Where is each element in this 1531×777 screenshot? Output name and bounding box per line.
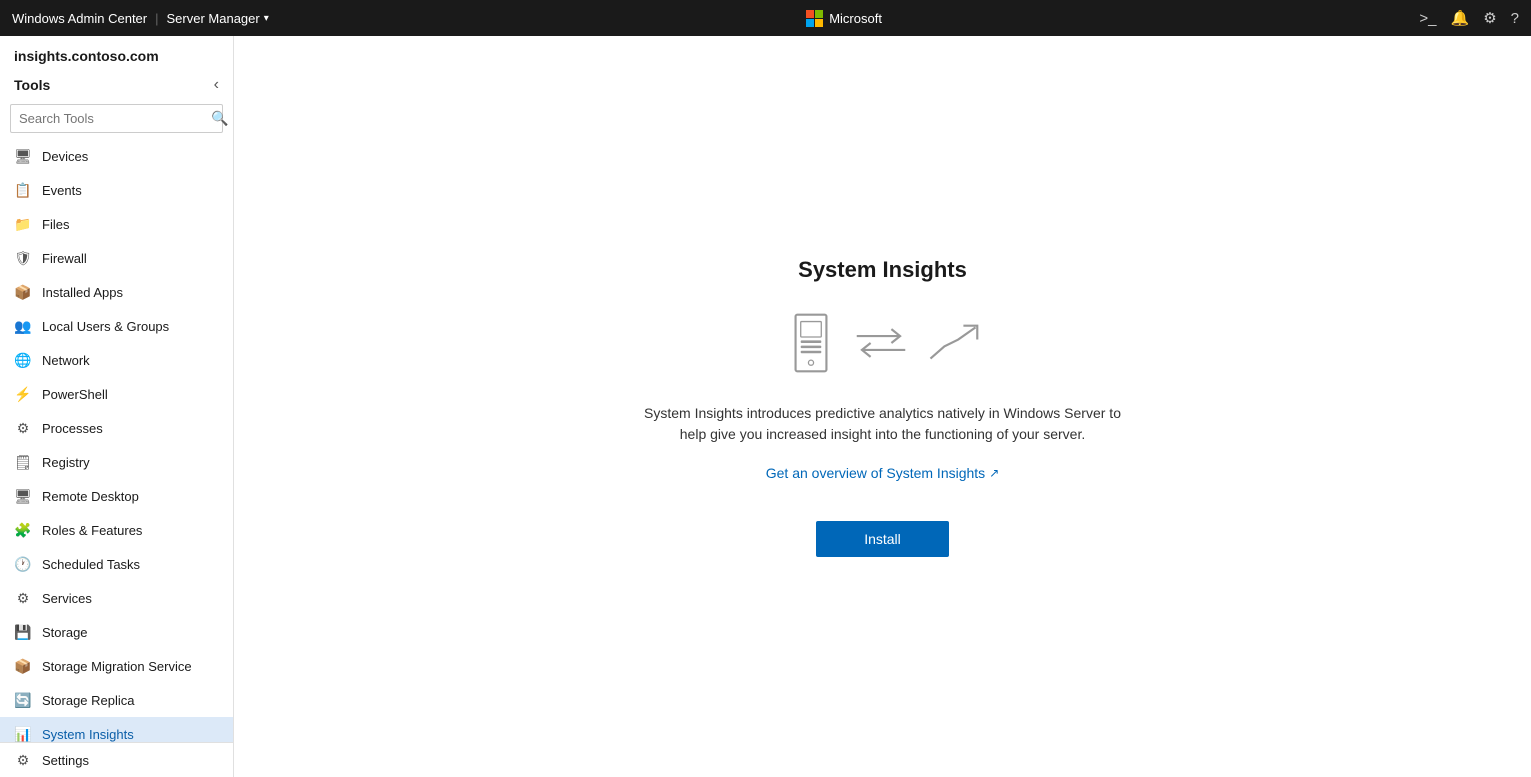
sidebar-item-storage-replica[interactable]: 🔄 Storage Replica: [0, 683, 233, 717]
content-area: System Insights: [234, 36, 1531, 777]
devices-icon: 🖥: [14, 147, 32, 165]
sidebar-item-storage[interactable]: 💾 Storage: [0, 615, 233, 649]
roles-features-icon: 🧩: [14, 521, 32, 539]
sidebar-item-installed-apps[interactable]: 📦 Installed Apps: [0, 275, 233, 309]
installed-apps-icon: 📦: [14, 283, 32, 301]
sidebar-nav-list: 🖥 Devices 📋 Events 📁 Files 🛡 Firewall 📦 Installed…: [0, 139, 233, 742]
powershell-icon: ⚡: [14, 385, 32, 403]
remote-desktop-label: Remote Desktop: [42, 489, 139, 504]
sidebar-item-events[interactable]: 📋 Events: [0, 173, 233, 207]
scheduled-tasks-label: Scheduled Tasks: [42, 557, 140, 572]
firewall-label: Firewall: [42, 251, 87, 266]
processes-icon: ⚙: [14, 419, 32, 437]
storage-migration-icon: 📦: [14, 657, 32, 675]
app-title: Windows Admin Center: [12, 11, 147, 26]
sidebar-item-processes[interactable]: ⚙ Processes: [0, 411, 233, 445]
server-icon: [787, 313, 835, 373]
storage-label: Storage: [42, 625, 88, 640]
server-manager-button[interactable]: Server Manager ▾: [167, 11, 269, 26]
tools-label: Tools: [14, 77, 50, 93]
help-icon-button[interactable]: ?: [1511, 10, 1519, 27]
page-title: System Insights: [798, 257, 967, 283]
sidebar-item-network[interactable]: 🌐 Network: [0, 343, 233, 377]
settings-label: Settings: [42, 753, 89, 768]
topbar-right: >_ 🔔 ⚙ ?: [1419, 9, 1519, 27]
sidebar-item-roles-features[interactable]: 🧩 Roles & Features: [0, 513, 233, 547]
sidebar-item-services[interactable]: ⚙ Services: [0, 581, 233, 615]
files-label: Files: [42, 217, 69, 232]
trend-icon: [927, 321, 979, 365]
network-icon: 🌐: [14, 351, 32, 369]
storage-icon: 💾: [14, 623, 32, 641]
ms-square-green: [815, 10, 823, 18]
sidebar-item-registry[interactable]: 🗒 Registry: [0, 445, 233, 479]
content-center: System Insights: [633, 257, 1133, 557]
transfer-arrows-icon: [855, 323, 907, 363]
system-insights-label: System Insights: [42, 727, 134, 742]
sidebar-header: insights.contoso.com: [0, 36, 233, 70]
local-users-groups-label: Local Users & Groups: [42, 319, 169, 334]
sidebar-item-storage-migration[interactable]: 📦 Storage Migration Service: [0, 649, 233, 683]
local-users-groups-icon: 👥: [14, 317, 32, 335]
files-icon: 📁: [14, 215, 32, 233]
firewall-icon: 🛡: [14, 249, 32, 267]
install-button[interactable]: Install: [816, 521, 949, 557]
sidebar-item-devices[interactable]: 🖥 Devices: [0, 139, 233, 173]
server-name: insights.contoso.com: [14, 48, 159, 64]
search-box: 🔍: [10, 104, 223, 133]
events-label: Events: [42, 183, 82, 198]
topbar-left: Windows Admin Center | Server Manager ▾: [12, 11, 269, 26]
roles-features-label: Roles & Features: [42, 523, 142, 538]
icon-group: [787, 313, 979, 373]
remote-desktop-icon: 🖥: [14, 487, 32, 505]
storage-replica-icon: 🔄: [14, 691, 32, 709]
sidebar-bottom: ⚙ Settings: [0, 742, 233, 777]
overview-link[interactable]: Get an overview of System Insights ↗: [766, 465, 1000, 481]
sidebar: insights.contoso.com Tools ‹ 🔍 🖥 Devices 📋…: [0, 36, 234, 777]
sidebar-item-powershell[interactable]: ⚡ PowerShell: [0, 377, 233, 411]
main-layout: insights.contoso.com Tools ‹ 🔍 🖥 Devices 📋…: [0, 36, 1531, 777]
powershell-label: PowerShell: [42, 387, 108, 402]
services-icon: ⚙: [14, 589, 32, 607]
scheduled-tasks-icon: 🕐: [14, 555, 32, 573]
microsoft-text: Microsoft: [829, 11, 882, 26]
notifications-icon-button[interactable]: 🔔: [1451, 9, 1470, 27]
settings-nav-icon: ⚙: [14, 751, 32, 769]
collapse-sidebar-button[interactable]: ‹: [214, 76, 219, 94]
events-icon: 📋: [14, 181, 32, 199]
network-label: Network: [42, 353, 90, 368]
ms-logo-squares: [806, 10, 823, 27]
terminal-icon-button[interactable]: >_: [1419, 10, 1436, 27]
content-description: System Insights introduces predictive an…: [633, 403, 1133, 445]
sidebar-item-system-insights[interactable]: 📊 System Insights: [0, 717, 233, 742]
sidebar-item-remote-desktop[interactable]: 🖥 Remote Desktop: [0, 479, 233, 513]
sidebar-item-settings[interactable]: ⚙ Settings: [0, 743, 233, 777]
ms-square-yellow: [815, 19, 823, 27]
storage-replica-label: Storage Replica: [42, 693, 135, 708]
services-label: Services: [42, 591, 92, 606]
topbar-center: Microsoft: [269, 10, 1420, 27]
devices-label: Devices: [42, 149, 88, 164]
microsoft-logo: Microsoft: [806, 10, 882, 27]
sidebar-tools-header: Tools ‹: [0, 70, 233, 100]
link-text: Get an overview of System Insights: [766, 465, 985, 481]
ms-square-red: [806, 10, 814, 18]
processes-label: Processes: [42, 421, 103, 436]
registry-label: Registry: [42, 455, 90, 470]
search-icon: 🔍: [203, 105, 234, 132]
server-manager-label: Server Manager: [167, 11, 260, 26]
ms-square-blue: [806, 19, 814, 27]
registry-icon: 🗒: [14, 453, 32, 471]
sidebar-item-local-users-groups[interactable]: 👥 Local Users & Groups: [0, 309, 233, 343]
sidebar-item-files[interactable]: 📁 Files: [0, 207, 233, 241]
external-link-icon: ↗: [989, 466, 999, 480]
settings-icon-button[interactable]: ⚙: [1483, 9, 1496, 27]
search-input[interactable]: [11, 106, 203, 131]
topbar: Windows Admin Center | Server Manager ▾ …: [0, 0, 1531, 36]
sidebar-item-scheduled-tasks[interactable]: 🕐 Scheduled Tasks: [0, 547, 233, 581]
storage-migration-label: Storage Migration Service: [42, 659, 192, 674]
sidebar-item-firewall[interactable]: 🛡 Firewall: [0, 241, 233, 275]
installed-apps-label: Installed Apps: [42, 285, 123, 300]
system-insights-icon: 📊: [14, 725, 32, 742]
